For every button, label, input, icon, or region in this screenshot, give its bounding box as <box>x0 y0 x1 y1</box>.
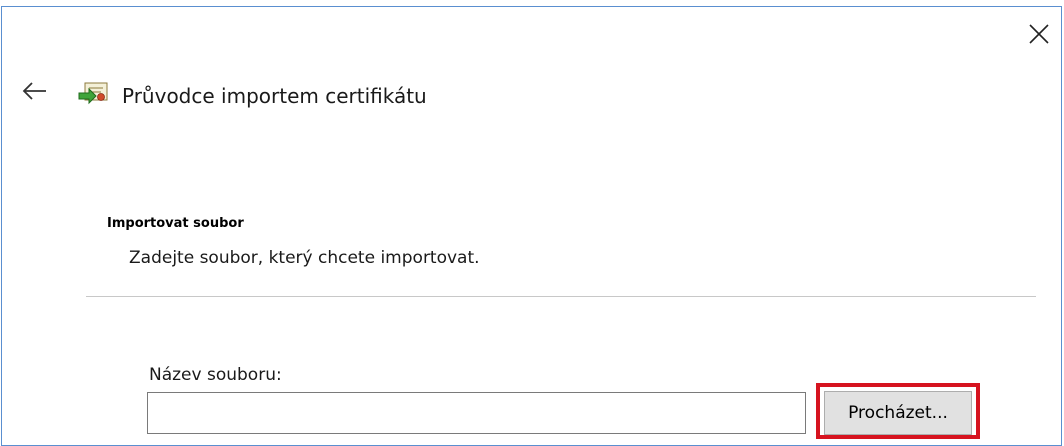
section-description: Zadejte soubor, který chcete importovat. <box>129 248 480 268</box>
section-divider <box>86 296 1036 297</box>
section-heading: Importovat soubor <box>107 216 244 231</box>
close-icon <box>1029 24 1049 44</box>
back-button[interactable] <box>20 78 50 104</box>
wizard-title: Průvodce importem certifikátu <box>122 84 427 108</box>
file-name-label: Název souboru: <box>149 365 282 385</box>
browse-button[interactable]: Procházet... <box>824 391 972 435</box>
file-name-input[interactable] <box>147 392 806 434</box>
certificate-wizard-icon <box>77 77 111 107</box>
back-arrow-icon <box>22 82 46 100</box>
close-button[interactable] <box>1020 15 1058 53</box>
